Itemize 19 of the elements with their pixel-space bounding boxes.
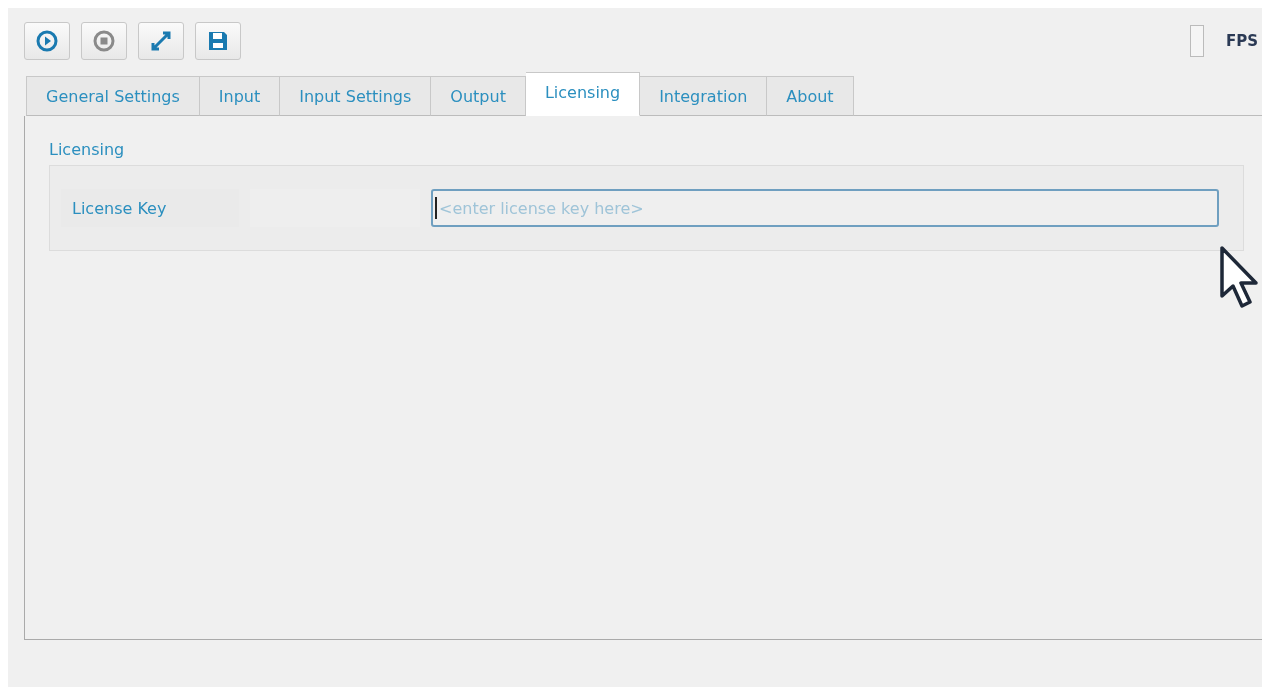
tab[interactable]: Licensing (525, 72, 641, 116)
tab[interactable]: Input Settings (280, 76, 432, 116)
stop-icon (93, 29, 115, 52)
group-title: Licensing (49, 140, 126, 159)
tab[interactable]: About (767, 76, 854, 116)
expand-icon (150, 29, 172, 52)
save-icon (207, 29, 229, 52)
play-icon (36, 29, 58, 52)
fps-label: FPS (1226, 31, 1260, 50)
tab[interactable]: General Settings (26, 76, 200, 116)
fps-checkbox[interactable] (1190, 24, 1204, 57)
stop-button[interactable] (81, 21, 127, 60)
tab[interactable]: Integration (640, 76, 768, 116)
expand-button[interactable] (138, 21, 184, 60)
license-key-field[interactable]: <enter license key here> (431, 189, 1219, 227)
tab[interactable]: Input (199, 76, 281, 116)
tab[interactable]: Output (431, 76, 526, 116)
play-button[interactable] (24, 21, 70, 60)
save-button[interactable] (195, 21, 241, 60)
